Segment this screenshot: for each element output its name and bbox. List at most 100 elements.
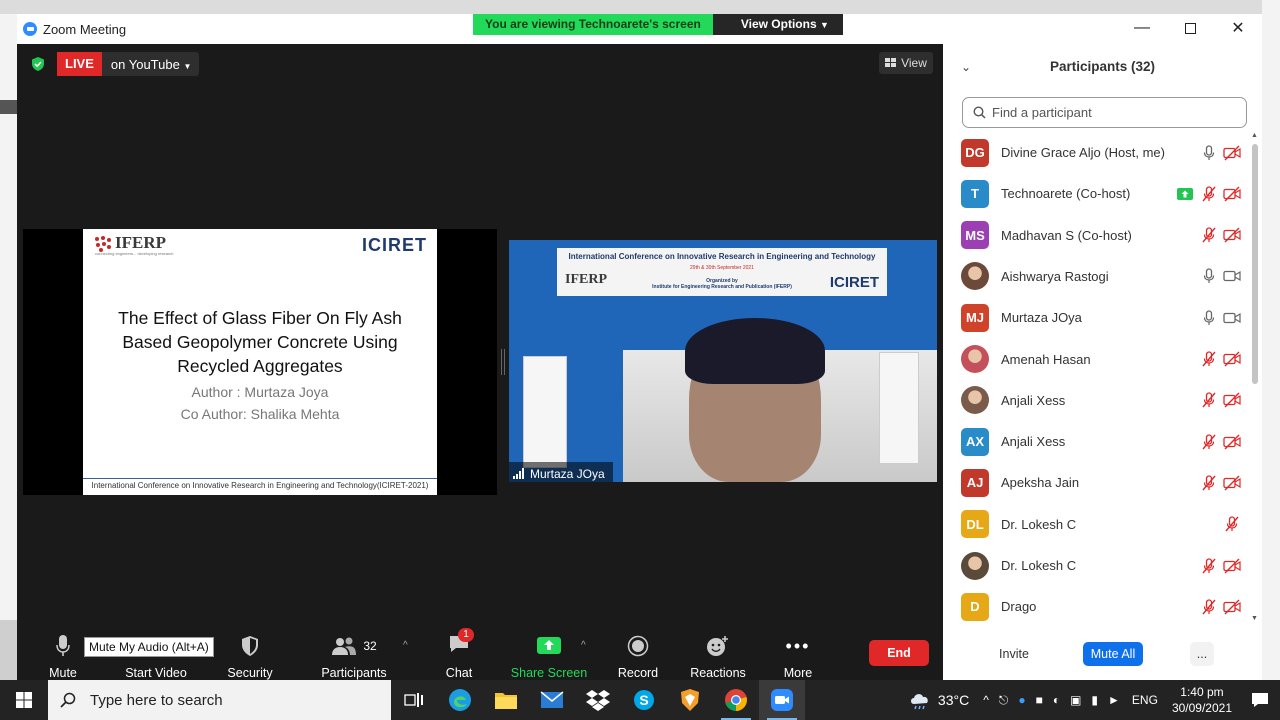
mute-all-button[interactable]: Mute All: [1083, 642, 1143, 666]
participant-row[interactable]: DL Dr. Lokesh C: [943, 504, 1253, 545]
bluetooth-icon[interactable]: ●: [1018, 693, 1025, 707]
conference-banner: International Conference on Innovative R…: [557, 248, 887, 296]
chrome-app[interactable]: [713, 680, 759, 720]
microphone-icon[interactable]: [1199, 308, 1219, 328]
zoom-app[interactable]: [759, 680, 805, 720]
microphone-muted-icon[interactable]: [1199, 432, 1219, 452]
microphone-muted-icon[interactable]: [1199, 597, 1219, 617]
microphone-icon[interactable]: [1199, 266, 1219, 286]
security-button[interactable]: Security: [205, 634, 295, 680]
close-button[interactable]: ✕: [1214, 14, 1262, 42]
windows-taskbar: S 33°C ^ ⎋ ● ■ ◐ ▣ ▮ ► ENG 1:40 pm 30/09…: [0, 680, 1280, 720]
microphone-tray-icon[interactable]: ⎋: [999, 693, 1009, 708]
microphone-muted-icon[interactable]: [1222, 514, 1242, 534]
skype-app[interactable]: S: [621, 680, 667, 720]
microphone-icon[interactable]: [1199, 143, 1219, 163]
dropbox-app[interactable]: [575, 680, 621, 720]
microphone-muted-icon[interactable]: [1199, 349, 1219, 369]
mail-app[interactable]: [529, 680, 575, 720]
brave-app[interactable]: [667, 680, 713, 720]
microphone-muted-icon[interactable]: [1199, 390, 1219, 410]
zoom-icon: [771, 689, 793, 711]
start-video-button[interactable]: Start Video: [111, 634, 201, 680]
microphone-muted-icon[interactable]: [1199, 556, 1219, 576]
security-shield-icon: [242, 636, 258, 656]
participant-row[interactable]: MJ Murtaza JOya: [943, 297, 1253, 338]
participant-row[interactable]: AX Anjali Xess: [943, 421, 1253, 462]
video-camera-icon[interactable]: [1222, 266, 1242, 286]
participants-count: 32: [363, 639, 377, 653]
scrollbar-thumb[interactable]: [1252, 144, 1258, 384]
mail-icon: [540, 691, 564, 708]
participant-row[interactable]: T Technoarete (Co-host): [943, 173, 1253, 214]
microphone-muted-icon[interactable]: [1199, 225, 1219, 245]
taskbar-search-input[interactable]: [90, 691, 370, 709]
video-camera-off-icon[interactable]: [1222, 432, 1242, 452]
video-camera-icon[interactable]: [1222, 308, 1242, 328]
video-camera-off-icon[interactable]: [1222, 473, 1242, 493]
invite-button[interactable]: Invite: [985, 642, 1043, 666]
view-options-button[interactable]: View Options ▼: [712, 14, 843, 35]
antivirus-shield-icon[interactable]: ■: [1036, 693, 1043, 707]
participant-row[interactable]: Dr. Lokesh C: [943, 545, 1253, 586]
microphone-muted-icon[interactable]: [1199, 184, 1219, 204]
share-options-caret[interactable]: ^: [581, 640, 586, 651]
panel-more-button[interactable]: ...: [1190, 642, 1214, 666]
participant-row[interactable]: MS Madhavan S (Co-host): [943, 215, 1253, 256]
network-icon[interactable]: ▣: [1070, 693, 1081, 707]
panel-resize-handle[interactable]: [501, 349, 505, 375]
participant-row[interactable]: DG Divine Grace Aljo (Host, me): [943, 132, 1253, 173]
task-view-button[interactable]: [391, 680, 437, 720]
video-camera-off-icon[interactable]: [1222, 349, 1242, 369]
language-indicator[interactable]: ENG: [1132, 693, 1158, 707]
video-camera-off-icon[interactable]: [1222, 184, 1242, 204]
avatar: D: [961, 592, 989, 621]
taskbar-search[interactable]: [48, 680, 391, 720]
participants-button[interactable]: 32 Participants: [309, 634, 399, 680]
participant-row[interactable]: Aishwarya Rastogi: [943, 256, 1253, 297]
reactions-button[interactable]: Reactions: [673, 634, 763, 680]
more-button[interactable]: ••• More: [753, 634, 843, 681]
clock[interactable]: 1:40 pm 30/09/2021: [1164, 684, 1240, 716]
scroll-up-arrow-icon[interactable]: ▲: [1251, 132, 1258, 139]
file-explorer-app[interactable]: [483, 680, 529, 720]
participant-search-box[interactable]: [962, 97, 1247, 128]
avatar-photo: [961, 345, 989, 373]
search-icon: [60, 692, 76, 708]
start-button[interactable]: [0, 680, 48, 720]
show-hidden-icons-chevron-icon[interactable]: ^: [983, 693, 989, 707]
participants-options-caret[interactable]: ^: [403, 640, 408, 651]
video-camera-off-icon[interactable]: [1222, 225, 1242, 245]
video-camera-off-icon[interactable]: [1222, 556, 1242, 576]
participant-row[interactable]: Amenah Hasan: [943, 339, 1253, 380]
encryption-shield-icon[interactable]: [30, 56, 46, 72]
standee-left: [523, 356, 567, 468]
participant-list-scrollbar[interactable]: ▲ ▼: [1250, 132, 1260, 622]
end-meeting-button[interactable]: End: [869, 640, 929, 666]
live-stream-button[interactable]: LIVE on YouTube ▼: [57, 52, 200, 76]
edge-app[interactable]: [437, 680, 483, 720]
clock-date: 30/09/2021: [1171, 701, 1232, 715]
record-button[interactable]: Record: [593, 634, 683, 680]
battery-icon[interactable]: ▮: [1091, 693, 1098, 707]
participant-search-input[interactable]: [992, 105, 1232, 120]
video-camera-off-icon[interactable]: [1222, 597, 1242, 617]
chat-button[interactable]: 1 Chat: [414, 627, 504, 680]
maximize-button[interactable]: [1166, 14, 1214, 42]
microphone-muted-icon[interactable]: [1199, 473, 1219, 493]
slide-title: The Effect of Glass Fiber On Fly Ash Bas…: [118, 308, 402, 376]
video-camera-off-icon[interactable]: [1222, 143, 1242, 163]
participant-row[interactable]: D Drago: [943, 586, 1253, 627]
scroll-down-arrow-icon[interactable]: ▼: [1251, 615, 1258, 622]
participant-row[interactable]: Anjali Xess: [943, 380, 1253, 421]
volume-icon[interactable]: ►: [1108, 693, 1120, 707]
zoom-window: Zoom Meeting — ✕ You are viewing Technoa…: [17, 14, 1262, 680]
notifications-button[interactable]: [1240, 692, 1280, 708]
participant-video[interactable]: International Conference on Innovative R…: [509, 240, 937, 482]
participant-row[interactable]: AJ Apeksha Jain: [943, 462, 1253, 503]
minimize-button[interactable]: —: [1118, 14, 1166, 42]
video-camera-off-icon[interactable]: [1222, 390, 1242, 410]
view-button[interactable]: View: [879, 52, 933, 74]
participants-icon: [332, 637, 357, 655]
wifi-icon[interactable]: ◐: [1053, 693, 1060, 707]
